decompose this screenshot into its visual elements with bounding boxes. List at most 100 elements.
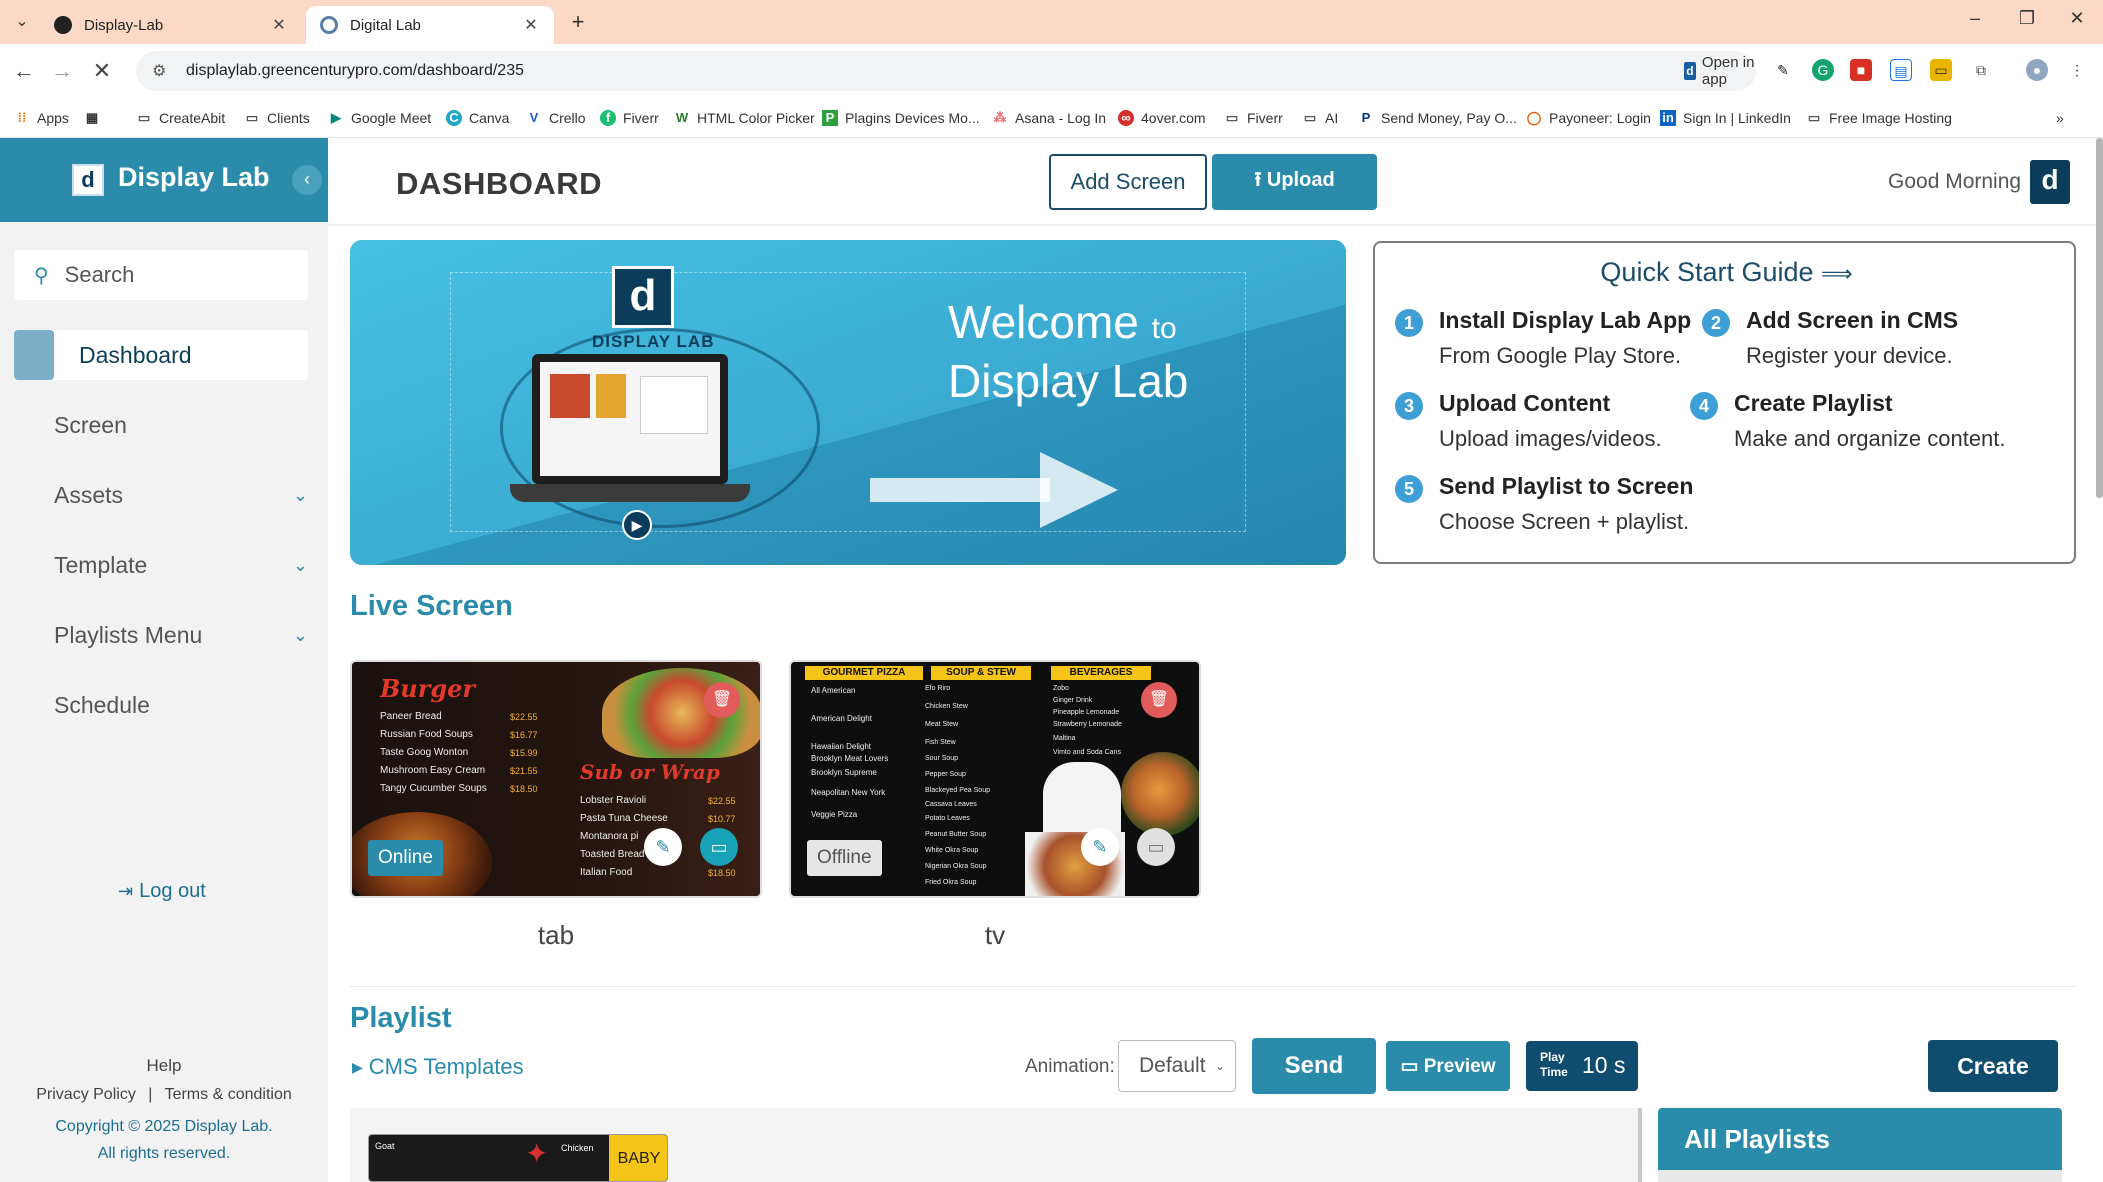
rights-text: All rights reserved. [97, 1145, 231, 1162]
sidebar-item-assets[interactable]: Assets ⌄ [14, 470, 308, 520]
bookmark-item[interactable]: ▭ Free Image Hosting [1806, 108, 1952, 128]
extensions-puzzle-icon[interactable]: ⧉ [1970, 59, 1992, 81]
menu-heading: GOURMET PIZZA [805, 666, 923, 680]
url-text[interactable]: displaylab.greencenturypro.com/dashboard… [186, 62, 524, 80]
add-screen-button[interactable]: Add Screen [1049, 154, 1207, 210]
sidebar-item-dashboard[interactable]: Dashboard [14, 330, 308, 380]
edit-pencil-icon[interactable]: ✎ [1081, 828, 1119, 866]
bookmark-item[interactable]: P Send Money, Pay O... [1358, 108, 1517, 128]
more-bookmarks-chevron-icon[interactable]: » [2056, 108, 2064, 128]
sidebar-item-template[interactable]: Template ⌄ [14, 540, 308, 590]
bookmark-label: Free Image Hosting [1829, 110, 1952, 126]
bookmark-item[interactable]: in Sign In | LinkedIn [1660, 108, 1791, 128]
browser-tab[interactable]: Display-Lab ✕ [40, 6, 302, 44]
welcome-banner[interactable]: d DISPLAY LAB ▶ Welcome to Display Lab [350, 240, 1346, 565]
tab-search-chevron-icon[interactable]: ⌄ [10, 10, 34, 34]
sidebar-item-playlists-menu[interactable]: Playlists Menu ⌄ [14, 610, 308, 660]
folder-icon: ▭ [137, 110, 151, 125]
delete-trash-icon[interactable]: 🗑 [704, 682, 740, 718]
preview-button[interactable]: ▭ Preview [1386, 1041, 1510, 1091]
sidebar: d Display Lab ‹ ⚲ Dashboard Screen Asset… [0, 138, 328, 1182]
arrow-head-icon [1040, 452, 1118, 528]
bookmark-item[interactable]: ▭ AI [1302, 108, 1338, 128]
browser-menu-icon[interactable]: ⋮ [2066, 59, 2088, 81]
site-info-icon[interactable]: ⚙ [152, 61, 172, 81]
bookmark-item[interactable]: W HTML Color Picker [674, 108, 815, 128]
profile-avatar-icon[interactable]: ● [2026, 59, 2048, 81]
bookmark-item[interactable]: ▭ Clients [244, 108, 310, 128]
restore-icon[interactable]: ❐ [2012, 8, 2042, 29]
monitor-icon[interactable]: ▭ [700, 828, 738, 866]
brand-header: d Display Lab ‹ [0, 138, 328, 222]
screen-card-tab[interactable]: Burger Paneer Bread Russian Food Soups T… [350, 660, 762, 898]
playlist-scrollbar[interactable] [1638, 1108, 1642, 1182]
terms-link[interactable]: Terms & condition [165, 1086, 292, 1103]
quick-start-title[interactable]: Quick Start Guide ⟹ [1375, 257, 2078, 288]
send-button[interactable]: Send [1252, 1038, 1376, 1094]
sidebar-item-schedule[interactable]: Schedule [14, 680, 308, 730]
search-box[interactable]: ⚲ [14, 250, 308, 300]
screen-card-tv[interactable]: GOURMET PIZZA SOUP & STEW BEVERAGES All … [789, 660, 1201, 898]
bookmark-item[interactable]: ⁞⁞ Apps [14, 108, 69, 128]
bookmark-item[interactable]: V Crello [526, 108, 586, 128]
menu-item: Taste Goog Wonton [380, 747, 469, 758]
open-in-app-button[interactable]: d Open in app [1684, 54, 1756, 88]
step-body: Upload Content Upload images/videos. [1439, 390, 1662, 452]
chevron-down-icon: ⌄ [292, 484, 308, 505]
privacy-policy-link[interactable]: Privacy Policy [36, 1086, 136, 1103]
search-icon: ⚲ [34, 264, 49, 287]
bookmark-item[interactable]: ▭ Fiverr [1224, 108, 1283, 128]
stop-loading-icon[interactable]: ✕ [88, 58, 116, 84]
tab-close-icon[interactable]: ✕ [270, 15, 288, 35]
bookmark-item[interactable]: ∞ 4over.com [1118, 108, 1206, 128]
cms-templates-link[interactable]: ▶ CMS Templates [352, 1054, 524, 1080]
close-window-icon[interactable]: ✕ [2062, 8, 2092, 29]
browser-tab-active[interactable]: Digital Lab ✕ [306, 6, 554, 44]
bookmark-item[interactable]: ◯ Payoneer: Login [1526, 108, 1651, 128]
help-link[interactable]: Help [0, 1056, 328, 1076]
template-thumbnail[interactable]: Goat ✦ Chicken BABY [368, 1134, 668, 1182]
bookmark-item[interactable]: ▦ [84, 108, 107, 128]
search-input[interactable] [64, 262, 295, 288]
thumb-text: Goat [375, 1141, 395, 1151]
extension-grammar-icon[interactable]: G [1812, 59, 1834, 81]
avatar[interactable]: d [2030, 160, 2070, 204]
bookmark-item[interactable]: ▭ CreateAbit [136, 108, 225, 128]
bookmark-label: Send Money, Pay O... [1381, 110, 1517, 126]
bookmark-item[interactable]: ⁂ Asana - Log In [992, 108, 1107, 128]
caret-right-icon: ▶ [352, 1058, 363, 1075]
play-time-control[interactable]: Play Time 10 s [1526, 1041, 1638, 1091]
create-button[interactable]: Create [1928, 1040, 2058, 1092]
url-omnibox[interactable]: ⚙ displaylab.greencenturypro.com/dashboa… [136, 51, 1869, 91]
menu-item: Zobo [1053, 685, 1069, 692]
logout-link[interactable]: ⇥ Log out [118, 880, 206, 903]
bookmark-item[interactable]: f Fiverr [600, 108, 659, 128]
extension-red-icon[interactable]: ■ [1850, 59, 1872, 81]
delete-trash-icon[interactable]: 🗑 [1141, 682, 1177, 718]
minimize-icon[interactable]: – [1960, 8, 1990, 29]
menu-item: Brooklyn Meat Lovers [811, 754, 889, 763]
extension-pen-icon[interactable]: ✎ [1772, 59, 1794, 81]
bookmark-item[interactable]: ▶ Google Meet [328, 108, 431, 128]
sidebar-item-label: Template [54, 551, 148, 578]
new-tab-plus-icon[interactable]: + [566, 10, 590, 34]
extension-doc-icon[interactable]: ▤ [1890, 59, 1912, 81]
collapse-sidebar-chevron-icon[interactable]: ‹ [292, 165, 322, 195]
upload-button[interactable]: ⭱ Upload [1212, 154, 1377, 210]
edit-pencil-icon[interactable]: ✎ [644, 828, 682, 866]
page-scrollbar[interactable] [2096, 138, 2103, 498]
tab-close-icon[interactable]: ✕ [522, 15, 540, 35]
cms-templates-label: CMS Templates [368, 1054, 524, 1079]
extension-yellow-icon[interactable]: ▭ [1930, 59, 1952, 81]
menu-price: $18.50 [510, 784, 538, 794]
monitor-icon[interactable]: ▭ [1137, 828, 1175, 866]
back-arrow-icon[interactable]: ← [10, 58, 38, 84]
menu-item: Tangy Cucumber Soups [380, 783, 487, 794]
play-video-icon[interactable]: ▶ [622, 510, 652, 540]
forward-arrow-icon[interactable]: → [48, 58, 76, 84]
folder-icon: ▭ [1303, 110, 1317, 125]
bookmark-item[interactable]: P Plagins Devices Mo... [822, 108, 980, 128]
bookmark-item[interactable]: C Canva [446, 108, 509, 128]
animation-select[interactable]: Default ⌄ [1118, 1040, 1236, 1092]
sidebar-item-screen[interactable]: Screen [14, 400, 308, 450]
